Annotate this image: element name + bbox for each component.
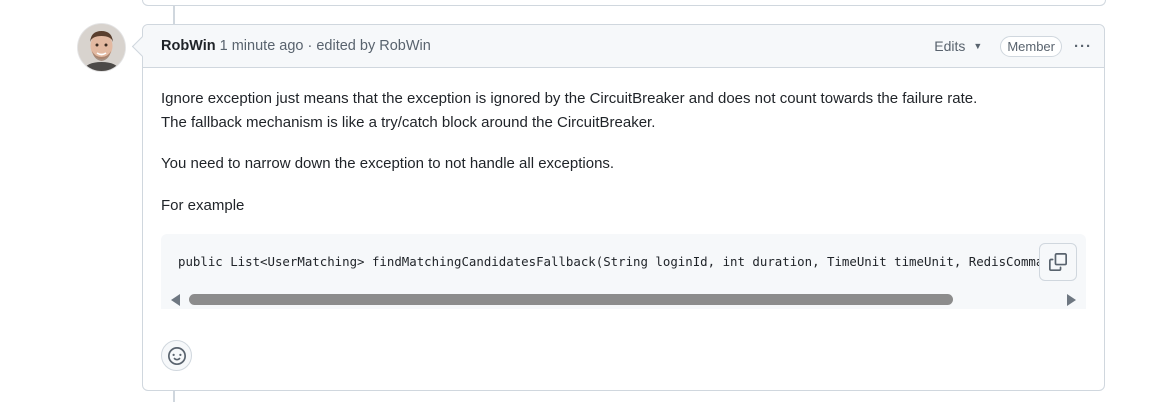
paragraph-1: Ignore exception just means that the exc… [161, 87, 1087, 135]
comment-header: RobWin 1 minute ago · edited by RobWin E… [143, 25, 1104, 68]
horizontal-scrollbar[interactable] [161, 290, 1086, 309]
code-block: public List<UserMatching> findMatchingCa… [161, 234, 1086, 309]
paragraph-1-line-2: The fallback mechanism is like a try/cat… [161, 114, 656, 131]
paragraph-3: For example [161, 197, 245, 214]
paragraph-2: You need to narrow down the exception to… [161, 155, 615, 172]
previous-comment-box [142, 0, 1106, 6]
comment-body: Ignore exception just means that the exc… [161, 87, 1087, 214]
copy-button[interactable] [1039, 243, 1077, 281]
code-line[interactable]: public List<UserMatching> findMatchingCa… [178, 254, 1073, 269]
author-link[interactable]: RobWin [161, 38, 216, 54]
timeline-connector [173, 6, 175, 24]
edits-dropdown[interactable]: Edits ▼ [934, 38, 982, 54]
scroll-left-arrow-icon[interactable] [171, 294, 180, 306]
triangle-down-icon: ▼ [973, 41, 983, 51]
member-badge: Member [1000, 35, 1062, 57]
kebab-horizontal-icon[interactable]: ··· [1074, 38, 1092, 55]
header-actions: Edits ▼ Member ··· [934, 25, 1092, 67]
smiley-icon [167, 346, 186, 365]
avatar-image [78, 24, 125, 71]
copy-icon [1049, 253, 1067, 271]
paragraph-1-line-1: Ignore exception just means that the exc… [161, 90, 978, 107]
add-reaction-button[interactable] [161, 340, 192, 371]
avatar[interactable] [78, 24, 125, 71]
timeline-connector-bottom [173, 390, 175, 402]
scroll-right-arrow-icon[interactable] [1067, 294, 1076, 306]
comment-meta[interactable]: 1 minute ago · edited by RobWin [220, 38, 431, 54]
comment-box: RobWin 1 minute ago · edited by RobWin E… [142, 24, 1105, 391]
edits-label: Edits [934, 38, 966, 54]
scrollbar-thumb[interactable] [189, 294, 953, 305]
